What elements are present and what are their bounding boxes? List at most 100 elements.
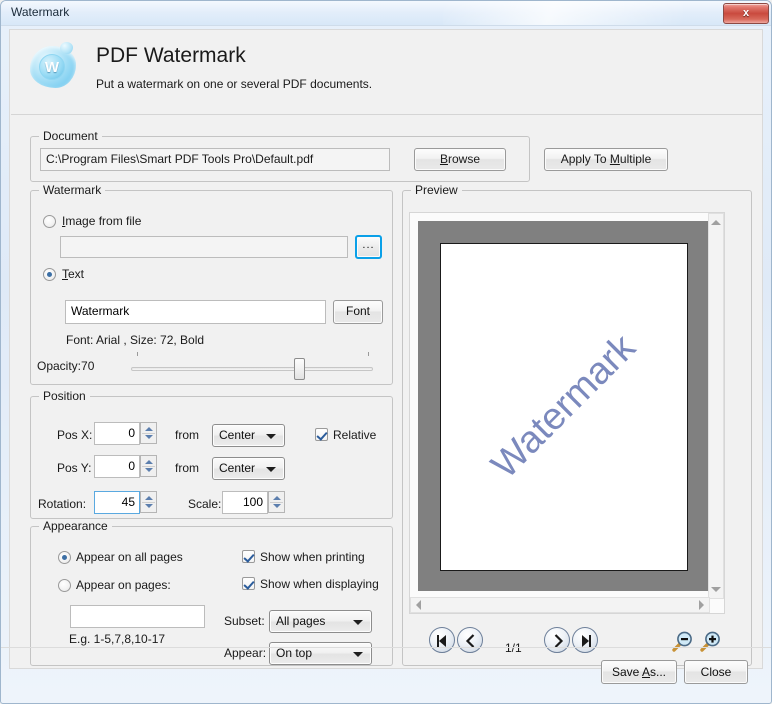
relative-checkbox[interactable] bbox=[315, 428, 328, 441]
scale-label: Scale: bbox=[188, 497, 222, 511]
rotation-spin-divider bbox=[142, 502, 155, 503]
page-indicator: 1/1 bbox=[505, 641, 522, 655]
text-radio[interactable] bbox=[43, 268, 56, 281]
pos-x-label: Pos X: bbox=[57, 428, 93, 442]
scale-spin-buttons[interactable] bbox=[268, 491, 285, 513]
show-when-printing-checkbox[interactable] bbox=[242, 550, 255, 563]
scale-spin-divider bbox=[270, 502, 283, 503]
pages-range-field[interactable] bbox=[70, 605, 205, 628]
text-radio-label[interactable]: Text bbox=[62, 267, 84, 281]
header-divider bbox=[11, 114, 763, 115]
scale-stepper[interactable]: 100 bbox=[222, 491, 285, 514]
slider-tick-min bbox=[137, 352, 138, 356]
pos-x-spin-up-icon[interactable] bbox=[144, 427, 153, 431]
appear-value: On top bbox=[276, 646, 313, 660]
close-button[interactable]: Close bbox=[684, 660, 748, 684]
pos-y-spin-divider bbox=[142, 466, 155, 467]
scale-spin-up-icon[interactable] bbox=[272, 496, 281, 500]
pos-x-stepper[interactable]: 0 bbox=[94, 422, 157, 445]
preview-vertical-scrollbar[interactable] bbox=[708, 213, 724, 599]
relative-label[interactable]: Relative bbox=[333, 428, 376, 442]
pos-y-origin-select[interactable]: Center bbox=[212, 457, 285, 480]
preview-horizontal-scrollbar[interactable] bbox=[410, 597, 710, 613]
scroll-down-icon[interactable] bbox=[711, 587, 721, 592]
pos-x-origin-value: Center bbox=[219, 428, 256, 442]
subset-label: Subset: bbox=[224, 614, 265, 628]
page-title: PDF Watermark bbox=[96, 44, 246, 67]
pos-y-label: Pos Y: bbox=[57, 461, 92, 475]
opacity-slider-thumb[interactable] bbox=[294, 358, 305, 380]
pos-x-from-label: from bbox=[175, 428, 199, 442]
rotation-spin-down-icon[interactable] bbox=[144, 504, 153, 508]
appear-on-pages-label[interactable]: Appear on pages: bbox=[76, 578, 171, 592]
save-as-post: s... bbox=[650, 665, 667, 679]
next-page-button[interactable] bbox=[544, 627, 570, 653]
zoom-out-button[interactable] bbox=[670, 628, 696, 654]
font-button[interactable]: Font bbox=[333, 300, 383, 324]
rotation-spin-buttons[interactable] bbox=[140, 491, 157, 513]
show-when-printing-label[interactable]: Show when printing bbox=[260, 550, 365, 564]
appear-all-pages-label[interactable]: Appear on all pages bbox=[76, 550, 183, 564]
watermark-text-field[interactable]: Watermark bbox=[65, 300, 326, 324]
preview-watermark-text: Watermark bbox=[483, 326, 644, 487]
scroll-right-icon[interactable] bbox=[699, 600, 704, 610]
image-browse-button[interactable]: ... bbox=[355, 235, 382, 259]
save-as-button[interactable]: Save As... bbox=[601, 660, 677, 684]
pos-y-origin-value: Center bbox=[219, 461, 256, 475]
previous-page-button[interactable] bbox=[457, 627, 483, 653]
appearance-group-legend: Appearance bbox=[39, 519, 112, 533]
subset-select[interactable]: All pages bbox=[269, 610, 372, 633]
pos-x-origin-select[interactable]: Center bbox=[212, 424, 285, 447]
first-page-button[interactable] bbox=[429, 627, 455, 653]
pos-y-spin-buttons[interactable] bbox=[140, 455, 157, 477]
zoom-in-button[interactable] bbox=[698, 628, 724, 654]
image-path-field[interactable] bbox=[60, 236, 348, 258]
pages-range-hint: E.g. 1-5,7,8,10-17 bbox=[69, 632, 166, 646]
image-from-file-label[interactable]: Image from file bbox=[62, 214, 141, 228]
appear-label: Appear: bbox=[224, 646, 267, 660]
pos-y-field[interactable]: 0 bbox=[94, 455, 140, 478]
chevron-down-icon bbox=[266, 467, 276, 472]
font-info-label: Font: Arial , Size: 72, Bold bbox=[66, 333, 205, 347]
save-as-accel: A bbox=[642, 665, 651, 679]
appear-on-pages-radio[interactable] bbox=[58, 579, 71, 592]
title-bar: Watermark x bbox=[1, 1, 771, 26]
preview-canvas[interactable]: Watermark bbox=[409, 212, 725, 614]
last-page-button[interactable] bbox=[572, 627, 598, 653]
chevron-down-icon bbox=[266, 434, 276, 439]
watermark-dialog-window: Watermark x W PDF Watermark Put a waterm… bbox=[0, 0, 772, 704]
pos-x-spin-buttons[interactable] bbox=[140, 422, 157, 444]
show-when-displaying-checkbox[interactable] bbox=[242, 577, 255, 590]
preview-page: Watermark bbox=[440, 243, 688, 571]
close-window-button[interactable]: x bbox=[723, 3, 769, 24]
apply-label-post: ultiple bbox=[619, 152, 652, 166]
document-path-field[interactable]: C:\Program Files\Smart PDF Tools Pro\Def… bbox=[40, 148, 390, 171]
scale-field[interactable]: 100 bbox=[222, 491, 268, 514]
dialog-client-area: W PDF Watermark Put a watermark on one o… bbox=[9, 29, 763, 669]
image-from-file-radio[interactable] bbox=[43, 215, 56, 228]
show-when-displaying-label[interactable]: Show when displaying bbox=[260, 577, 379, 591]
document-group-legend: Document bbox=[39, 129, 102, 143]
browse-button[interactable]: Browse bbox=[414, 148, 506, 171]
rotation-stepper[interactable]: 45 bbox=[94, 491, 157, 514]
apply-to-multiple-button[interactable]: Apply To Multiple bbox=[544, 148, 668, 171]
pos-x-spin-down-icon[interactable] bbox=[144, 435, 153, 439]
slider-tick-max bbox=[368, 352, 369, 356]
pos-y-spin-up-icon[interactable] bbox=[144, 460, 153, 464]
scroll-left-icon[interactable] bbox=[416, 600, 421, 610]
scroll-up-icon[interactable] bbox=[711, 220, 721, 225]
browse-accel: B bbox=[439, 152, 448, 166]
opacity-label: Opacity:70 bbox=[37, 359, 95, 373]
blob-w-letter: W bbox=[39, 54, 65, 80]
appear-all-pages-radio[interactable] bbox=[58, 551, 71, 564]
scale-spin-down-icon[interactable] bbox=[272, 504, 281, 508]
pos-y-spin-down-icon[interactable] bbox=[144, 468, 153, 472]
pos-x-field[interactable]: 0 bbox=[94, 422, 140, 445]
blob-droplet bbox=[60, 42, 73, 54]
rotation-field[interactable]: 45 bbox=[94, 491, 140, 514]
appear-select[interactable]: On top bbox=[269, 642, 372, 665]
opacity-slider-track[interactable] bbox=[131, 367, 373, 371]
footer-divider bbox=[1, 647, 771, 648]
pos-y-stepper[interactable]: 0 bbox=[94, 455, 157, 478]
rotation-spin-up-icon[interactable] bbox=[144, 496, 153, 500]
